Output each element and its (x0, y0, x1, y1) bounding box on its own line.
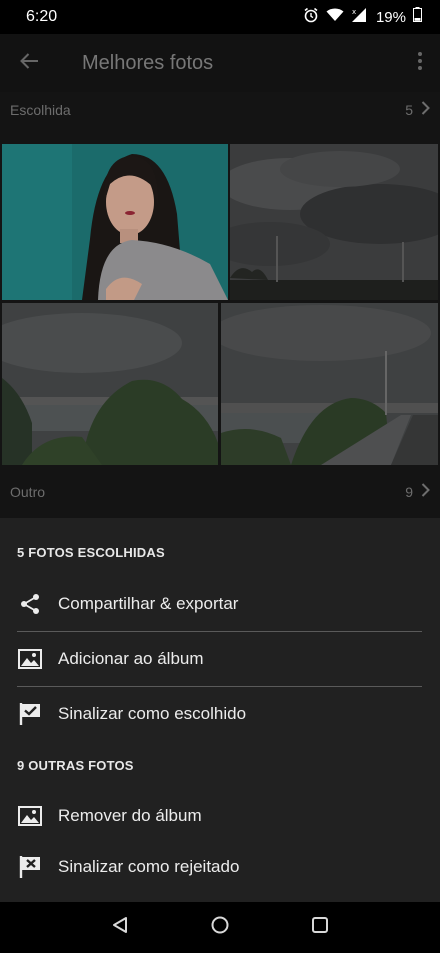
flag-as-picked-item[interactable]: Sinalizar como escolhido (0, 687, 440, 741)
nav-home-button[interactable] (200, 908, 240, 948)
battery-percent: 19% (375, 8, 406, 26)
svg-text:x: x (352, 8, 356, 16)
bottom-sheet: 5 FOTOS ESCOLHIDAS Compartilhar & export… (0, 518, 440, 902)
status-bar: 6:20 x 19% (0, 0, 440, 34)
photo-portrait[interactable] (2, 144, 228, 300)
status-time: 6:20 (26, 8, 58, 25)
photo-trees-river[interactable] (2, 303, 218, 465)
remove-from-album-label: Remover do álbum (58, 806, 202, 825)
flag-as-picked-label: Sinalizar como escolhido (58, 704, 247, 723)
section-picked-label: Escolhida (10, 102, 71, 118)
section-other-label: Outro (10, 484, 46, 500)
status-icons: x 19% (303, 7, 422, 28)
more-vert-icon (417, 51, 423, 76)
photo-road-river[interactable] (221, 303, 438, 465)
app-bar: Melhores fotos (0, 34, 440, 92)
section-picked-count: 5 (405, 102, 413, 118)
alarm-icon (303, 7, 319, 28)
chevron-right-icon (421, 482, 430, 502)
image-icon (17, 803, 43, 829)
add-to-album-item[interactable]: Adicionar ao álbum (0, 632, 440, 686)
add-to-album-label: Adicionar ao álbum (58, 649, 204, 668)
flag-as-rejected-item[interactable]: Sinalizar como rejeitado (0, 840, 440, 894)
chevron-right-icon (421, 100, 430, 120)
flag-x-icon (17, 854, 43, 880)
page-title: Melhores fotos (82, 51, 214, 74)
photo-storm-clouds[interactable] (230, 144, 438, 300)
flag-as-rejected-label: Sinalizar como rejeitado (58, 857, 240, 876)
recents-square-icon (311, 916, 329, 939)
section-other-count: 9 (405, 484, 413, 500)
section-other-header[interactable]: Outro 9 (0, 474, 440, 510)
wifi-icon (326, 7, 344, 27)
share-export-item[interactable]: Compartilhar & exportar (0, 577, 440, 631)
other-photos-heading: 9 OUTRAS FOTOS (17, 758, 134, 773)
more-options-button[interactable] (400, 34, 440, 92)
back-button[interactable] (0, 34, 58, 92)
system-nav-bar (0, 902, 440, 953)
share-icon (17, 591, 43, 617)
signal-icon: x (351, 7, 367, 28)
flag-check-icon (17, 701, 43, 727)
section-picked-header[interactable]: Escolhida 5 (0, 92, 440, 128)
back-triangle-icon (111, 916, 129, 939)
arrow-left-icon (19, 52, 39, 75)
remove-from-album-item[interactable]: Remover do álbum (0, 789, 440, 843)
picked-photos-heading: 5 FOTOS ESCOLHIDAS (17, 545, 165, 560)
image-icon (17, 646, 43, 672)
nav-back-button[interactable] (100, 908, 140, 948)
home-circle-icon (210, 915, 230, 940)
share-export-label: Compartilhar & exportar (58, 594, 239, 613)
nav-recents-button[interactable] (300, 908, 340, 948)
battery-icon (413, 7, 422, 27)
